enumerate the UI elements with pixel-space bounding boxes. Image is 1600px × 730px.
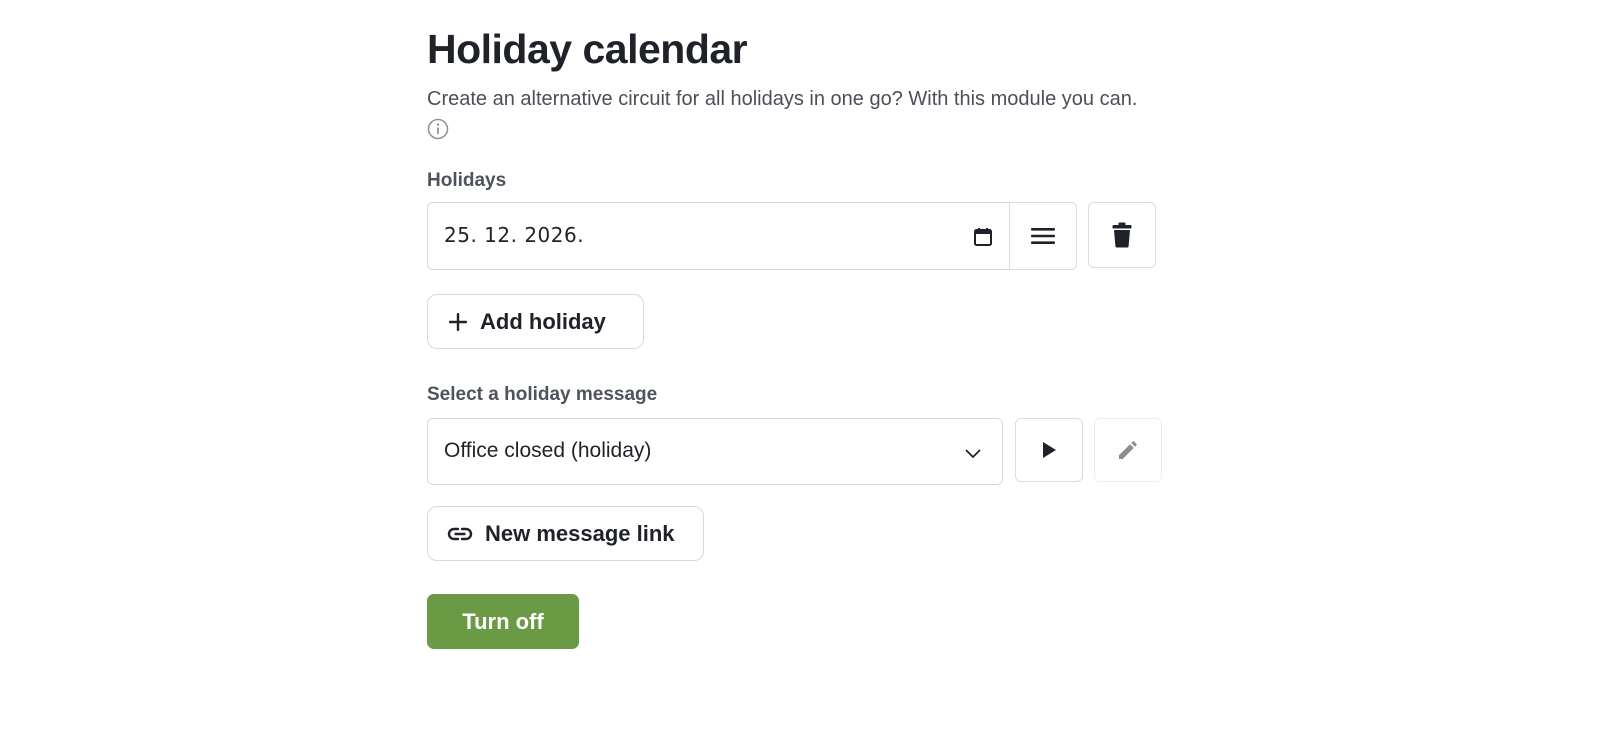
play-icon: [1043, 442, 1056, 458]
reorder-icon: [1031, 228, 1055, 244]
page-title: Holiday calendar: [427, 26, 748, 72]
holiday-calendar-page: Holiday calendar Create an alternative c…: [0, 0, 1600, 730]
add-holiday-button[interactable]: Add holiday: [427, 294, 644, 349]
play-message-button[interactable]: [1015, 418, 1083, 482]
edit-message-button[interactable]: [1094, 418, 1162, 482]
holiday-date-value: 25. 12. 2026.: [444, 223, 585, 247]
link-icon: [447, 527, 473, 540]
turn-off-button[interactable]: Turn off: [427, 594, 579, 649]
holiday-message-label: Select a holiday message: [427, 384, 658, 405]
plus-icon: [449, 312, 467, 331]
new-message-link-label: New message link: [485, 520, 675, 546]
calendar-icon[interactable]: [973, 227, 993, 247]
holiday-message-value: Office closed (holiday): [444, 439, 652, 462]
add-holiday-label: Add holiday: [480, 308, 606, 334]
pencil-icon: [1119, 441, 1137, 459]
page-description: Create an alternative circuit for all ho…: [427, 88, 1138, 110]
trash-icon: [1112, 222, 1132, 248]
chevron-down-icon: [965, 449, 981, 459]
holiday-date-input[interactable]: 25. 12. 2026.: [427, 202, 1010, 270]
holiday-message-select[interactable]: Office closed (holiday): [427, 418, 1003, 485]
info-icon[interactable]: [427, 118, 449, 140]
delete-holiday-button[interactable]: [1088, 202, 1156, 268]
reorder-button[interactable]: [1009, 202, 1077, 270]
holidays-label: Holidays: [427, 170, 507, 191]
new-message-link-button[interactable]: New message link: [427, 506, 704, 561]
